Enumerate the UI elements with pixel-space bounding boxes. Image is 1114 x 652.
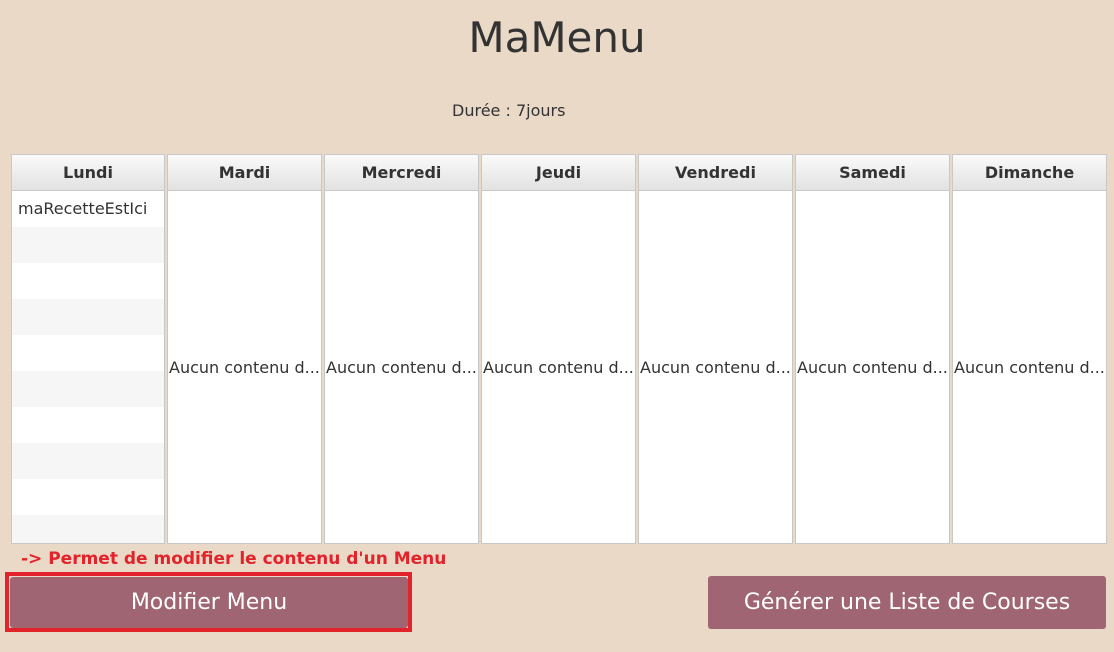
column-header-jeudi[interactable]: Jeudi [482,155,635,191]
list-lundi[interactable]: maRecetteEstIci [12,191,164,543]
column-header-lundi[interactable]: Lundi [12,155,164,191]
empty-placeholder: Aucun contenu d... [797,357,948,377]
list-item-empty[interactable] [12,299,164,335]
empty-placeholder: Aucun contenu d... [169,357,320,377]
column-header-samedi[interactable]: Samedi [796,155,949,191]
column-header-mercredi[interactable]: Mercredi [325,155,478,191]
column-header-mardi[interactable]: Mardi [168,155,321,191]
day-column-samedi: Samedi Aucun contenu d... [795,154,950,544]
column-header-vendredi[interactable]: Vendredi [639,155,792,191]
annotation-text: -> Permet de modifier le contenu d'un Me… [21,549,447,569]
list-item-empty[interactable] [12,443,164,479]
list-jeudi[interactable]: Aucun contenu d... [482,191,635,543]
list-mardi[interactable]: Aucun contenu d... [168,191,321,543]
column-header-dimanche[interactable]: Dimanche [953,155,1106,191]
list-vendredi[interactable]: Aucun contenu d... [639,191,792,543]
list-item-recipe[interactable]: maRecetteEstIci [12,191,164,227]
list-item-empty[interactable] [12,371,164,407]
list-mercredi[interactable]: Aucun contenu d... [325,191,478,543]
day-column-vendredi: Vendredi Aucun contenu d... [638,154,793,544]
list-dimanche[interactable]: Aucun contenu d... [953,191,1106,543]
day-column-mardi: Mardi Aucun contenu d... [167,154,322,544]
list-item-empty[interactable] [12,227,164,263]
list-item-empty[interactable] [12,263,164,299]
day-column-dimanche: Dimanche Aucun contenu d... [952,154,1107,544]
modify-menu-button[interactable]: Modifier Menu [10,577,408,628]
empty-placeholder: Aucun contenu d... [640,357,791,377]
empty-placeholder: Aucun contenu d... [326,357,477,377]
list-item-empty[interactable] [12,515,164,543]
empty-placeholder: Aucun contenu d... [483,357,634,377]
list-samedi[interactable]: Aucun contenu d... [796,191,949,543]
list-item-empty[interactable] [12,407,164,443]
day-column-lundi: Lundi maRecetteEstIci [11,154,165,544]
day-column-mercredi: Mercredi Aucun contenu d... [324,154,479,544]
day-column-jeudi: Jeudi Aucun contenu d... [481,154,636,544]
list-item-empty[interactable] [12,479,164,515]
menu-week-table: Lundi maRecetteEstIci Mardi Aucun conten… [11,154,1107,544]
duration-label: Durée : 7jours [452,101,566,120]
app-title: MaMenu [468,13,646,62]
list-item-empty[interactable] [12,335,164,371]
empty-placeholder: Aucun contenu d... [954,357,1105,377]
generate-shopping-list-button[interactable]: Générer une Liste de Courses [708,576,1106,629]
